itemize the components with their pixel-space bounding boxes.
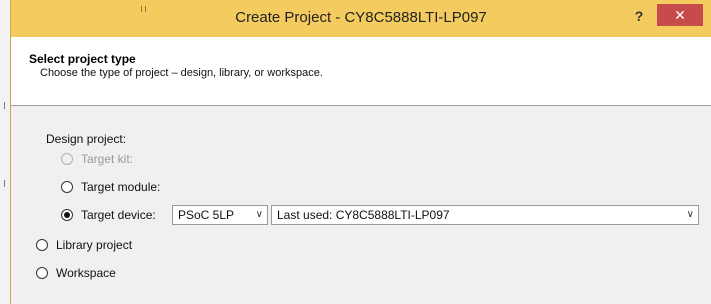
header-title: Select project type bbox=[29, 52, 136, 66]
target-kit-radio bbox=[61, 153, 73, 165]
target-module-radio[interactable] bbox=[61, 181, 73, 193]
target-kit-label: Target kit: bbox=[81, 152, 134, 166]
family-select-value: PSoC 5LP bbox=[178, 208, 235, 222]
create-project-dialog: Create Project - CY8C5888LTI-LP097 ? ✕ S… bbox=[10, 0, 711, 304]
chevron-down-icon: ∨ bbox=[255, 209, 263, 220]
target-module-label[interactable]: Target module: bbox=[81, 180, 160, 194]
design-project-label: Design project: bbox=[46, 132, 127, 146]
target-kit-option: Target kit: bbox=[61, 151, 133, 167]
target-device-label[interactable]: Target device: bbox=[81, 208, 156, 222]
edge-tick bbox=[4, 102, 5, 109]
workspace-radio[interactable] bbox=[36, 267, 48, 279]
target-device-radio[interactable] bbox=[61, 209, 73, 221]
background-window-edge bbox=[0, 0, 10, 304]
close-button[interactable]: ✕ bbox=[657, 4, 703, 26]
title-bar[interactable]: Create Project - CY8C5888LTI-LP097 ? ✕ bbox=[11, 0, 711, 37]
library-project-radio[interactable] bbox=[36, 239, 48, 251]
workspace-label[interactable]: Workspace bbox=[56, 266, 116, 280]
edge-tick bbox=[4, 180, 5, 187]
target-module-option[interactable]: Target module: bbox=[61, 179, 160, 195]
chevron-down-icon: ∨ bbox=[686, 209, 694, 220]
window-title: Create Project - CY8C5888LTI-LP097 bbox=[235, 9, 487, 26]
header-subtitle: Choose the type of project – design, lib… bbox=[40, 67, 323, 79]
target-device-option[interactable]: Target device: bbox=[61, 207, 156, 223]
help-button[interactable]: ? bbox=[624, 6, 654, 26]
device-select-value: Last used: CY8C5888LTI-LP097 bbox=[277, 208, 450, 222]
library-project-label[interactable]: Library project bbox=[56, 238, 132, 252]
device-select[interactable]: Last used: CY8C5888LTI-LP097 ∨ bbox=[271, 205, 699, 225]
family-select[interactable]: PSoC 5LP ∨ bbox=[172, 205, 268, 225]
workspace-option[interactable]: Workspace bbox=[36, 265, 116, 281]
close-icon: ✕ bbox=[674, 7, 686, 23]
header-panel: Select project type Choose the type of p… bbox=[11, 37, 711, 106]
library-project-option[interactable]: Library project bbox=[36, 237, 132, 253]
